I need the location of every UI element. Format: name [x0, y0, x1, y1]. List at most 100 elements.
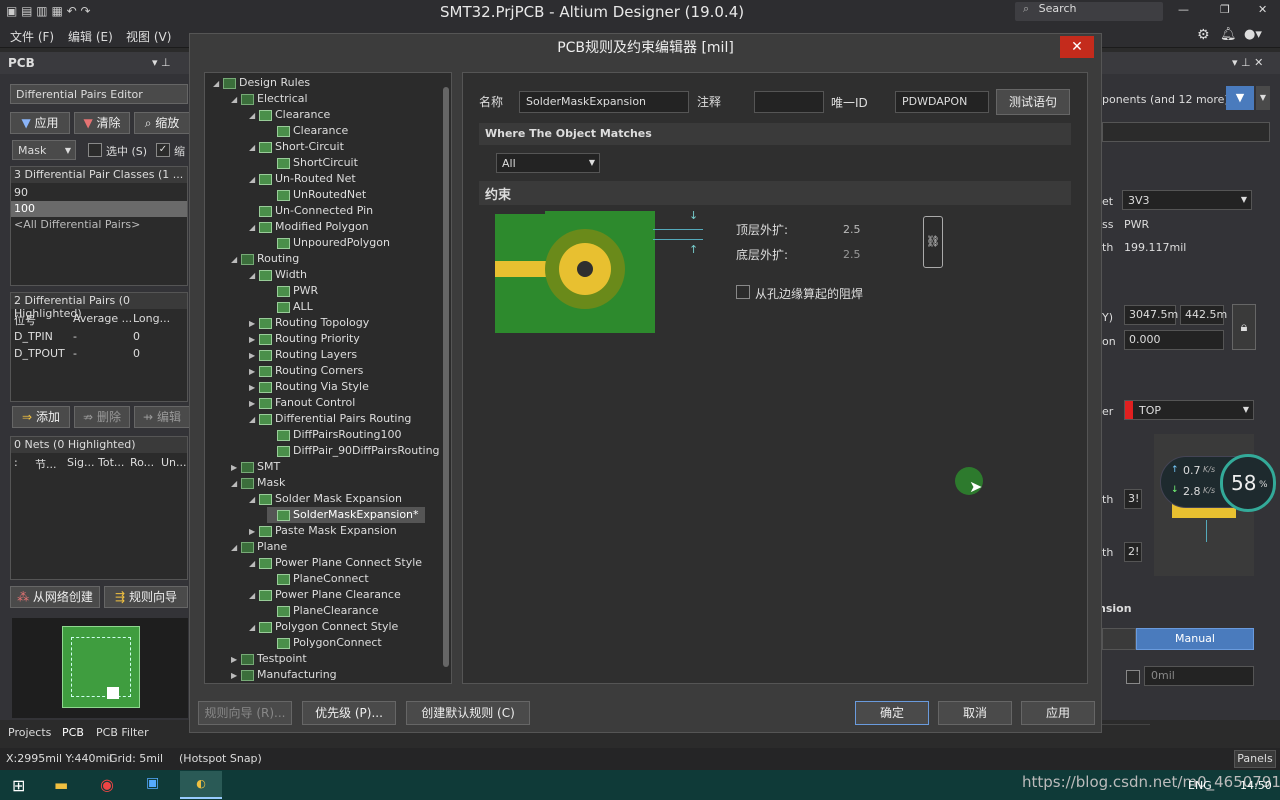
- tree-item[interactable]: UnRoutedNet: [267, 187, 366, 203]
- tree-item[interactable]: ◢ Plane: [231, 539, 287, 555]
- tree-item[interactable]: ◢ Routing: [231, 251, 299, 267]
- expand-toggle-icon[interactable]: ◢: [231, 476, 241, 492]
- tree-item[interactable]: ▶ Routing Corners: [249, 363, 363, 379]
- thickness2-field[interactable]: 2!: [1124, 542, 1142, 562]
- list-item[interactable]: 90: [11, 185, 187, 201]
- tree-item[interactable]: ◢ Modified Polygon: [249, 219, 369, 235]
- tree-item[interactable]: ◢ Un-Routed Net: [249, 171, 356, 187]
- y-field[interactable]: 442.5m: [1180, 305, 1227, 325]
- tree-item[interactable]: SolderMaskExpansion*: [267, 507, 425, 523]
- file-explorer-icon[interactable]: ▬: [54, 776, 68, 794]
- expand-toggle-icon[interactable]: ◢: [249, 588, 259, 604]
- tree-item[interactable]: ◢ Design Rules: [213, 75, 310, 91]
- windows-start-icon[interactable]: ⊞: [12, 776, 25, 795]
- tree-item[interactable]: ▶ Routing Via Style: [249, 379, 369, 395]
- add-pair-button[interactable]: ⇒ 添加: [12, 406, 70, 428]
- expand-toggle-icon[interactable]: ▶: [249, 396, 259, 412]
- expand-toggle-icon[interactable]: ▶: [249, 380, 259, 396]
- expand-toggle-icon[interactable]: ◢: [249, 620, 259, 636]
- layer-select[interactable]: TOP ▼: [1124, 400, 1254, 420]
- delete-pair-button[interactable]: ⇏ 删除: [74, 406, 130, 428]
- rule-mode-toggle[interactable]: [1102, 628, 1136, 650]
- lock-button[interactable]: 🔒︎: [1232, 304, 1256, 350]
- tree-item[interactable]: DiffPair_90DiffPairsRouting: [267, 443, 440, 459]
- expand-toggle-icon[interactable]: ◢: [231, 540, 241, 556]
- expand-toggle-icon[interactable]: ◢: [249, 108, 259, 124]
- clear-filter-button[interactable]: ▼ 清除: [74, 112, 130, 134]
- from-hole-checkbox[interactable]: [736, 285, 750, 299]
- tree-item[interactable]: ALL: [267, 299, 313, 315]
- tree-item[interactable]: ▶ SMT: [231, 459, 280, 475]
- expand-toggle-icon[interactable]: ◢: [231, 252, 241, 268]
- minimize-button[interactable]: —: [1178, 3, 1189, 16]
- column-header[interactable]: Long...: [133, 312, 170, 325]
- column-header[interactable]: Ro...: [130, 456, 154, 469]
- board-thumbnail[interactable]: [12, 618, 188, 718]
- gear-icon[interactable]: ⚙: [1197, 27, 1210, 43]
- tree-item[interactable]: DiffPairsRouting100: [267, 427, 401, 443]
- test-query-button[interactable]: 测试语句: [996, 89, 1070, 115]
- expand-toggle-icon[interactable]: ◢: [213, 76, 223, 92]
- expand-toggle-icon[interactable]: ◢: [249, 220, 259, 236]
- close-icon[interactable]: ✕: [1060, 36, 1094, 58]
- tree-item[interactable]: PolygonConnect: [267, 635, 382, 651]
- expand-toggle-icon[interactable]: ◢: [249, 412, 259, 428]
- tree-item[interactable]: ▶ Routing Priority: [249, 331, 360, 347]
- where-select[interactable]: All ▼: [496, 153, 600, 173]
- menu-edit[interactable]: 编辑 (E): [68, 28, 113, 45]
- thickness-field[interactable]: 3!: [1124, 489, 1142, 509]
- tree-item[interactable]: ◢ Mask: [231, 475, 285, 491]
- tree-item[interactable]: PlaneClearance: [267, 603, 378, 619]
- tree-item[interactable]: PWR: [267, 283, 318, 299]
- expand-toggle-icon[interactable]: ▶: [231, 652, 241, 668]
- ok-button[interactable]: 确定: [855, 701, 929, 725]
- expansion-field[interactable]: 0mil: [1144, 666, 1254, 686]
- zoom-button[interactable]: ⌕ 缩放: [134, 112, 190, 134]
- bell-icon[interactable]: 🔔︎: [1220, 27, 1237, 42]
- filter-dropdown[interactable]: ▼: [1256, 86, 1270, 110]
- tree-item[interactable]: ▶ Routing Topology: [249, 315, 369, 331]
- expand-toggle-icon[interactable]: ◢: [249, 556, 259, 572]
- expand-toggle-icon[interactable]: ◢: [249, 268, 259, 284]
- expand-toggle-icon[interactable]: ◢: [231, 92, 241, 108]
- create-default-rules-button[interactable]: 创建默认规则 (C): [406, 701, 530, 725]
- tree-item[interactable]: ◢ Short-Circuit: [249, 139, 344, 155]
- table-row[interactable]: D_TPIN - 0: [11, 329, 187, 345]
- top-expansion-value[interactable]: 2.5: [843, 223, 861, 236]
- column-header[interactable]: :: [14, 456, 18, 469]
- tree-item[interactable]: Un-Connected Pin: [249, 203, 373, 219]
- tree-item[interactable]: ◢ Clearance: [249, 107, 330, 123]
- search-bar[interactable]: [1102, 122, 1270, 142]
- column-header[interactable]: Sig...: [67, 456, 95, 469]
- manual-mode-toggle[interactable]: Manual: [1136, 628, 1254, 650]
- expand-toggle-icon[interactable]: ▶: [231, 668, 241, 683]
- list-item[interactable]: 100: [11, 201, 187, 217]
- chrome-icon[interactable]: ◉: [100, 775, 114, 794]
- expand-toggle-icon[interactable]: ◢: [249, 140, 259, 156]
- expand-toggle-icon[interactable]: ▶: [249, 332, 259, 348]
- tree-item[interactable]: ◢ Electrical: [231, 91, 308, 107]
- expand-toggle-icon[interactable]: ▶: [249, 348, 259, 364]
- column-header[interactable]: Un...: [161, 456, 187, 469]
- tree-item[interactable]: ◢ Solder Mask Expansion: [249, 491, 402, 507]
- expand-toggle-icon[interactable]: ◢: [249, 172, 259, 188]
- column-header[interactable]: Tot...: [98, 456, 124, 469]
- tree-item[interactable]: ◢ Power Plane Clearance: [249, 587, 401, 603]
- filter-button[interactable]: ▼: [1226, 86, 1254, 110]
- tree-item[interactable]: ShortCircuit: [267, 155, 358, 171]
- tree-item[interactable]: ◢ Power Plane Connect Style: [249, 555, 422, 571]
- column-header[interactable]: 节...: [35, 456, 57, 472]
- table-row[interactable]: D_TPOUT - 0: [11, 346, 187, 362]
- panel-menu-icon[interactable]: ▾ ⊥: [152, 56, 171, 69]
- tree-item[interactable]: UnpouredPolygon: [267, 235, 390, 251]
- tree-item[interactable]: ◢ Differential Pairs Routing: [249, 411, 411, 427]
- select-checkbox[interactable]: [88, 143, 102, 157]
- net-select[interactable]: 3V3 ▼: [1122, 190, 1252, 210]
- edit-pair-button[interactable]: ⇸ 编辑: [134, 406, 190, 428]
- tree-item[interactable]: Clearance: [267, 123, 348, 139]
- create-from-net-button[interactable]: ⁂ 从网络创建: [10, 586, 100, 608]
- tree-item[interactable]: ◢ Width: [249, 267, 307, 283]
- mode-select[interactable]: Differential Pairs Editor: [10, 84, 188, 104]
- menu-file[interactable]: 文件 (F): [10, 28, 54, 45]
- cancel-button[interactable]: 取消: [938, 701, 1012, 725]
